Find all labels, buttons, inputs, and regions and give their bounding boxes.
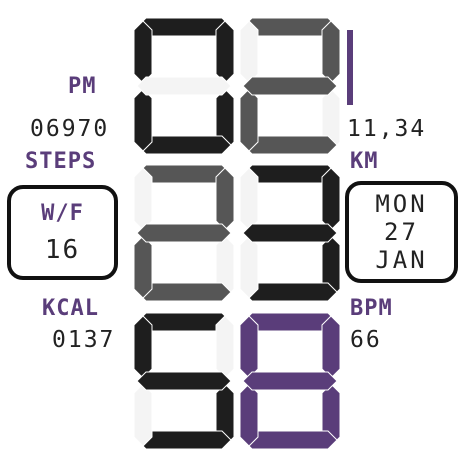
date-box[interactable]: MON 27 JAN [345, 181, 458, 283]
minute-digit-1-segment-g [136, 223, 232, 243]
battery-bar-fill [347, 30, 353, 105]
distance-value: 11,34 [347, 116, 427, 142]
steps-value: 06970 [30, 116, 110, 142]
second-digit-1-segment-e [133, 383, 153, 447]
battery-bar [347, 30, 353, 105]
minute-digit-1 [133, 164, 235, 302]
minute-digit-2-segment-b [321, 167, 341, 231]
week-box[interactable]: W/F 16 [7, 185, 118, 280]
second-digit-2 [239, 312, 341, 450]
hour-digit-2-segment-g [242, 76, 338, 96]
hour-digit-2 [239, 17, 341, 155]
hour-digit-1-segment-f [133, 20, 153, 84]
hour-digit-1-segment-g [136, 76, 232, 96]
minute-digit-1-segment-f [133, 167, 153, 231]
hour-digit-1-segment-b [215, 20, 235, 84]
minute-digit-2-segment-e [239, 235, 259, 299]
hour-digit-2-segment-f [239, 20, 259, 84]
hour-digit-2-segment-e [239, 88, 259, 152]
hour-digit-1 [133, 17, 235, 155]
second-digit-1-segment-g [136, 371, 232, 391]
second-digit-2-segment-f [239, 315, 259, 379]
minute-digit-2 [239, 164, 341, 302]
second-digit-1-segment-b [215, 315, 235, 379]
second-digit-1-segment-f [133, 315, 153, 379]
steps-label: STEPS [25, 149, 97, 174]
date-day-name: MON [375, 190, 428, 218]
am-pm-label: PM [68, 74, 97, 99]
second-digit-1 [133, 312, 235, 450]
heart-rate-value: 66 [350, 327, 382, 353]
second-digit-2-segment-g [242, 371, 338, 391]
minute-digit-2-segment-f [239, 167, 259, 231]
hour-digit-2-segment-b [321, 20, 341, 84]
calories-label: KCAL [42, 296, 99, 321]
date-month: JAN [375, 246, 428, 274]
date-day: 27 [384, 218, 419, 246]
minute-digit-1-segment-e [133, 235, 153, 299]
week-value: 16 [44, 234, 81, 265]
minute-digit-2-segment-g [242, 223, 338, 243]
minute-digit-1-segment-b [215, 167, 235, 231]
heart-rate-label: BPM [350, 296, 393, 321]
second-digit-2-segment-e [239, 383, 259, 447]
distance-label: KM [350, 149, 379, 174]
second-digit-2-segment-b [321, 315, 341, 379]
week-label: W/F [41, 200, 84, 226]
hour-digit-1-segment-e [133, 88, 153, 152]
calories-value: 0137 [52, 327, 116, 353]
